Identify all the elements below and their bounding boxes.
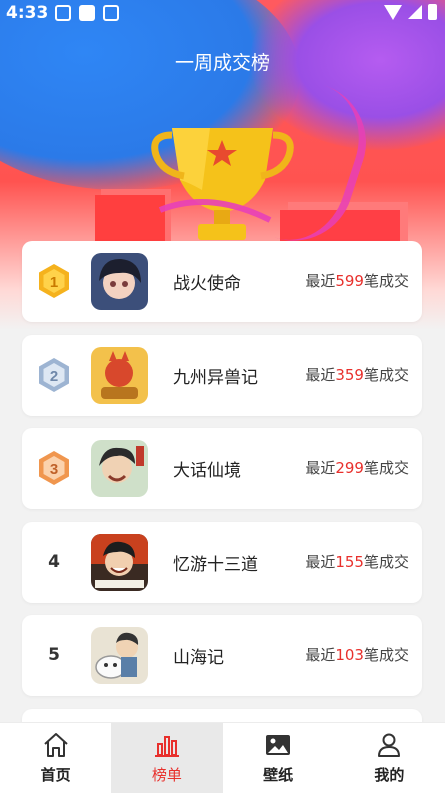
wifi-icon: [384, 4, 402, 20]
chart-icon: [154, 736, 179, 757]
ranking-row[interactable]: 5 山海记 最近103笔成交: [22, 615, 422, 696]
game-name: 九州异兽记: [173, 367, 258, 388]
deal-count-text: 最近299笔成交: [305, 459, 409, 477]
nav-label: 榜单: [151, 766, 182, 784]
svg-text:2: 2: [50, 368, 58, 385]
ranking-list: 1 战火使命 最近599笔成交 2 九州异兽记 最近359笔成交 3 大话仙境 …: [22, 241, 422, 793]
home-icon: [43, 733, 68, 757]
ranking-row[interactable]: 4 忆游十三道 最近155笔成交: [22, 521, 422, 603]
hexagon-medal-icon: 3: [39, 451, 69, 485]
trophy-icon: [151, 128, 294, 240]
deal-count-text: 最近359笔成交: [305, 365, 409, 384]
deal-count-text: 最近155笔成交: [305, 552, 409, 571]
nav-item-ranking[interactable]: 榜单: [111, 723, 223, 793]
battery-icon: [428, 4, 437, 20]
nav-item-home[interactable]: 首页: [0, 723, 111, 793]
svg-text:1: 1: [50, 274, 58, 291]
nav-item-wallpaper[interactable]: 壁纸: [223, 723, 334, 793]
ranking-row[interactable]: 1 战火使命 最近599笔成交: [22, 241, 422, 322]
status-bar: 4:33: [0, 0, 445, 26]
nav-item-profile[interactable]: 我的: [334, 723, 445, 793]
hexagon-medal-icon: 2: [39, 357, 69, 392]
app-notification-icon: [79, 5, 95, 21]
game-avatar: [91, 346, 148, 404]
nav-label: 首页: [40, 766, 71, 784]
game-avatar: [91, 533, 148, 591]
deal-count-text: 最近599笔成交: [305, 272, 409, 290]
deal-count-text: 最近103笔成交: [305, 646, 409, 664]
bottom-nav: 首页 榜单 壁纸 我的: [0, 722, 445, 793]
ranking-row[interactable]: 2 九州异兽记 最近359笔成交: [22, 334, 422, 416]
page-title: 一周成交榜: [174, 52, 270, 74]
svg-text:3: 3: [50, 461, 58, 478]
game-avatar: [91, 627, 148, 684]
rank-number: 5: [48, 645, 60, 665]
game-avatar: [91, 440, 148, 497]
nav-label: 我的: [374, 766, 405, 784]
rank-badge-gold: 1: [34, 261, 74, 301]
image-icon: [266, 735, 291, 755]
game-name: 忆游十三道: [173, 554, 258, 575]
ranking-row[interactable]: 3 大话仙境 最近299笔成交: [22, 428, 422, 509]
game-avatar: [91, 253, 148, 310]
signal-icon: [408, 5, 422, 19]
status-time: 4:33: [6, 3, 49, 23]
gallery-notification-icon: [55, 5, 71, 21]
user-icon: [378, 733, 401, 757]
hexagon-medal-icon: 1: [39, 264, 69, 298]
rank-badge-bronze: 3: [34, 448, 74, 488]
rank-number: 4: [48, 551, 60, 572]
nav-label: 壁纸: [263, 766, 294, 784]
game-name: 大话仙境: [173, 461, 241, 481]
rank-badge-silver: 2: [34, 355, 74, 395]
font-notification-icon: [103, 5, 119, 21]
game-name: 战火使命: [173, 274, 241, 294]
game-name: 山海记: [173, 648, 224, 668]
